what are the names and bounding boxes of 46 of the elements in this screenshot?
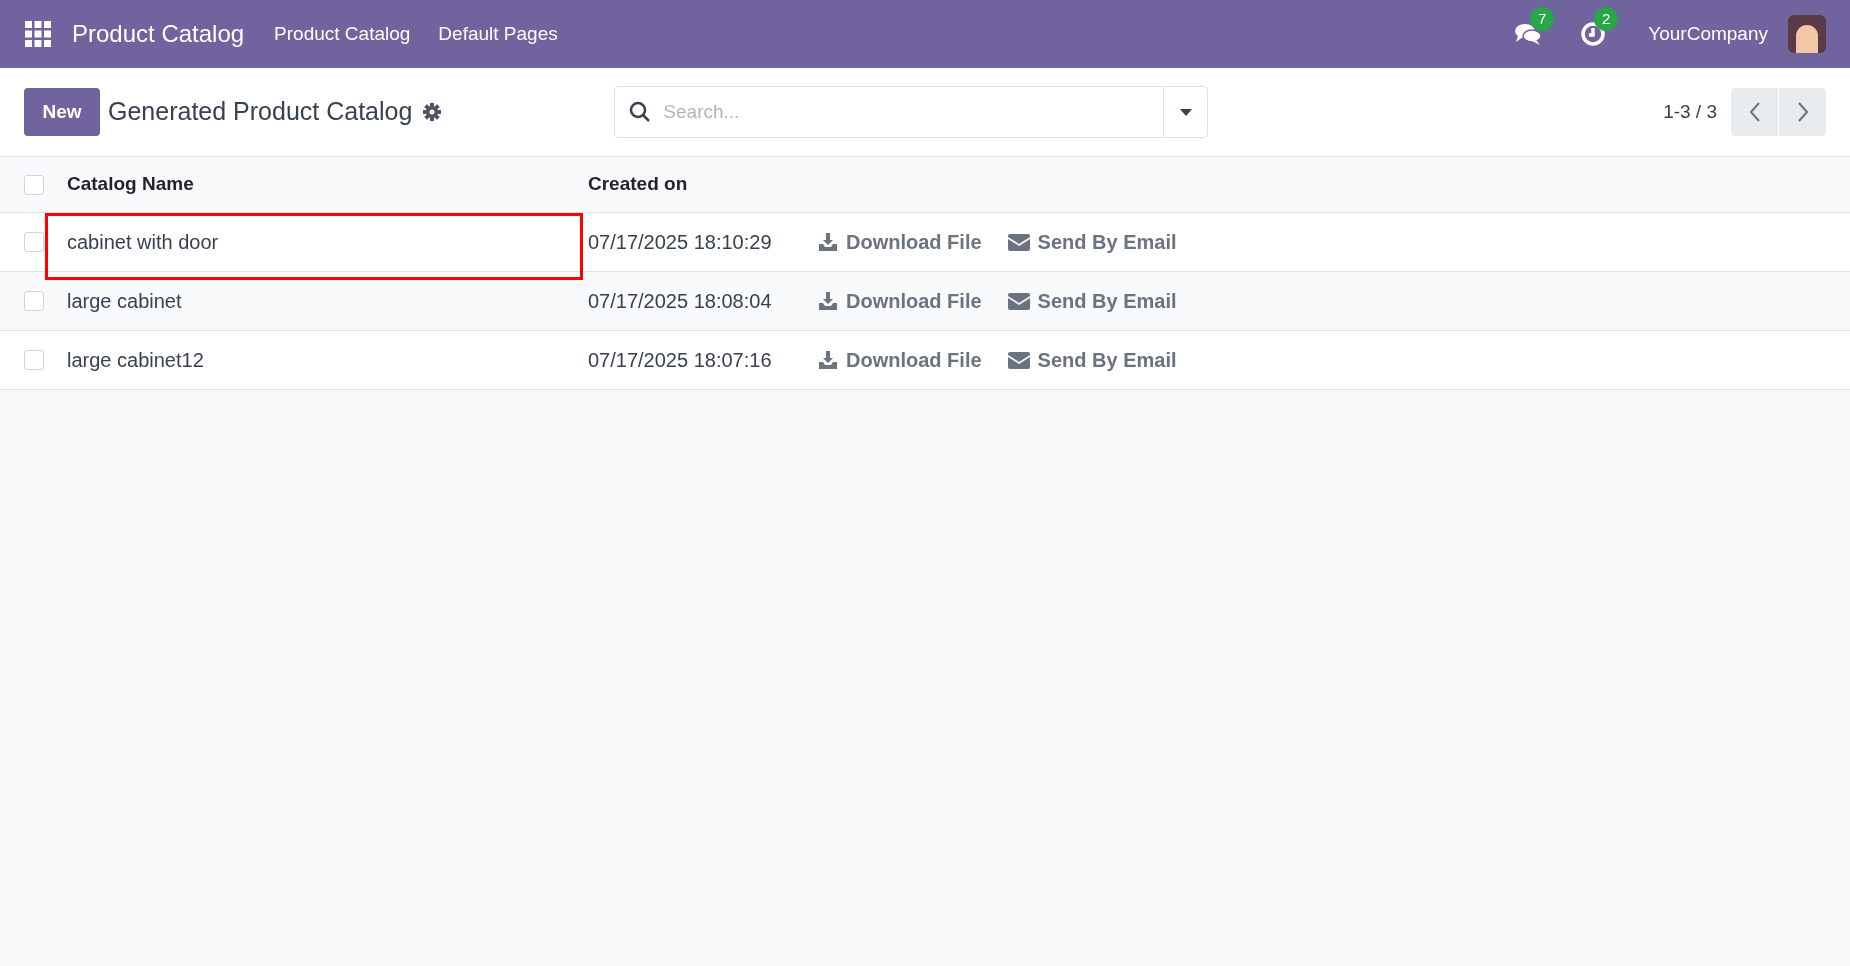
download-icon bbox=[818, 350, 838, 370]
caret-icon bbox=[1179, 108, 1192, 116]
user-avatar[interactable] bbox=[1788, 15, 1826, 53]
column-header[interactable]: Created on bbox=[588, 173, 688, 195]
catalog-name: large cabinet12 bbox=[67, 348, 204, 373]
send-by-email-button[interactable]: Send By Email bbox=[1007, 286, 1177, 316]
download-icon bbox=[818, 291, 838, 311]
envelope-icon bbox=[1007, 351, 1030, 369]
table-row[interactable]: large cabinet12 07/17/2025 18:07:16 Download File Send By Email bbox=[0, 331, 1850, 390]
envelope-icon bbox=[1007, 292, 1030, 310]
apps-menu-icon[interactable] bbox=[24, 20, 52, 48]
download-file-button[interactable]: Download File bbox=[818, 345, 982, 375]
app-title[interactable]: Product Catalog bbox=[72, 16, 245, 52]
checkbox[interactable] bbox=[24, 291, 44, 311]
gear-icon[interactable] bbox=[422, 102, 443, 122]
company-name[interactable]: YourCompany bbox=[1648, 19, 1768, 49]
catalog-name: large cabinet bbox=[67, 289, 182, 314]
download-file-button[interactable]: Download File bbox=[818, 286, 982, 316]
chevron-left-icon bbox=[1748, 102, 1761, 122]
checkbox[interactable] bbox=[24, 174, 44, 195]
new-button[interactable]: New bbox=[24, 88, 100, 136]
column-header[interactable]: Catalog Name bbox=[67, 173, 194, 195]
message-count-badge: 7 bbox=[1530, 7, 1555, 31]
menu-item[interactable]: Default Pages bbox=[438, 19, 558, 49]
download-file-button[interactable]: Download File bbox=[818, 227, 982, 257]
table-row[interactable]: cabinet with door 07/17/2025 18:10:29 Download File Send By Email bbox=[0, 213, 1850, 272]
catalog-name: cabinet with door bbox=[67, 230, 219, 255]
send-by-email-button[interactable]: Send By Email bbox=[1007, 345, 1177, 375]
created-date: 07/17/2025 18:08:04 bbox=[588, 290, 772, 312]
created-date: 07/17/2025 18:10:29 bbox=[588, 231, 772, 253]
search-icon bbox=[629, 101, 652, 123]
page-title: Generated Product Catalog bbox=[108, 96, 413, 128]
checkbox[interactable] bbox=[24, 232, 44, 252]
send-by-email-button[interactable]: Send By Email bbox=[1007, 227, 1177, 257]
checkbox[interactable] bbox=[24, 350, 44, 370]
activity-count-badge: 2 bbox=[1594, 7, 1619, 31]
previous-page-button[interactable] bbox=[1731, 88, 1778, 136]
created-date: 07/17/2025 18:07:16 bbox=[588, 349, 772, 371]
search-field[interactable]: Search... bbox=[614, 86, 1209, 138]
search-input[interactable]: Search... bbox=[663, 97, 1164, 127]
download-icon bbox=[818, 232, 838, 252]
next-page-button[interactable] bbox=[1779, 88, 1826, 136]
envelope-icon bbox=[1007, 233, 1030, 251]
chevron-right-icon bbox=[1796, 102, 1809, 122]
pager-value: 1-3 / 3 bbox=[1663, 99, 1717, 124]
menu-item[interactable]: Product Catalog bbox=[274, 19, 411, 49]
